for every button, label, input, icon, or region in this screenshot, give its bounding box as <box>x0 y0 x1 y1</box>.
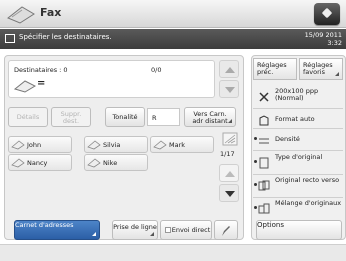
destination-value: = <box>37 78 46 89</box>
edit-button[interactable] <box>214 220 238 240</box>
remote-address-book-button[interactable]: Vers Carn. adr distant <box>184 107 236 127</box>
arrow-down-icon <box>225 87 235 93</box>
duplex-icon <box>258 180 270 191</box>
tonality-button[interactable]: Tonalité <box>105 107 145 127</box>
status-message: Spécifier les destinataires. <box>19 33 112 41</box>
contact-john[interactable]: John <box>8 136 72 153</box>
mixed-originals-icon <box>258 203 270 214</box>
contact-nancy[interactable]: Nancy <box>8 154 72 171</box>
status-bar: Spécifier les destinataires. 15/09 2011 … <box>0 29 346 49</box>
arrow-up-icon <box>225 67 235 73</box>
scroll-up-button[interactable] <box>219 60 239 78</box>
contact-nike[interactable]: Nike <box>84 154 148 171</box>
setting-resolution[interactable]: 200x100 ppp (Normal) <box>253 86 343 108</box>
line-button[interactable]: Prise de ligne <box>112 220 158 240</box>
page-indicator: 1/17 <box>220 150 235 158</box>
info-icon <box>5 34 15 43</box>
delete-destination-button[interactable]: Suppr. dest. <box>51 107 91 127</box>
submenu-indicator-icon <box>92 232 96 236</box>
details-button[interactable]: Détails <box>8 107 48 127</box>
setting-duplex[interactable]: Original recto verso <box>253 175 343 197</box>
submenu-indicator-icon <box>228 119 232 123</box>
setting-density[interactable]: Densité <box>253 130 343 152</box>
time: 3:32 <box>327 39 342 47</box>
fax-contact-icon <box>153 140 167 150</box>
arrow-down-icon <box>225 191 235 197</box>
footer-bar <box>0 244 346 261</box>
options-button[interactable]: Options <box>256 220 342 240</box>
destinations-label: Destinataires : 0 <box>14 66 68 74</box>
clock: 15/09 2011 3:32 <box>305 31 342 47</box>
arrow-up-icon <box>225 171 235 177</box>
original-type-icon <box>259 157 269 169</box>
pencil-icon <box>222 226 230 236</box>
destination-field[interactable]: Destinataires : 0 0/0 = <box>8 60 215 98</box>
fax-contact-icon <box>11 158 25 168</box>
page-down-button[interactable] <box>219 184 239 202</box>
contact-silvia[interactable]: Silvia <box>84 136 148 153</box>
tonality-value: R <box>147 108 180 126</box>
setting-original-type[interactable]: Type d'original <box>253 152 343 174</box>
tab-favorite-settings[interactable]: Réglages favoris <box>299 58 343 80</box>
density-icon <box>259 138 269 144</box>
address-book-button[interactable]: Carnet d'adresses <box>14 220 100 240</box>
setting-mixed-originals[interactable]: Mélange d'originaux <box>253 198 343 220</box>
date: 15/09 2011 <box>304 31 342 39</box>
resolution-icon <box>259 92 269 102</box>
contact-mark[interactable]: Mark <box>150 136 214 153</box>
fax-contact-icon <box>87 158 101 168</box>
fax-contact-icon <box>87 140 101 150</box>
tab-previous-settings[interactable]: Réglages préc. <box>253 58 297 80</box>
scroll-down-button[interactable] <box>219 80 239 98</box>
title-bar: Fax <box>0 0 346 28</box>
submenu-indicator-icon <box>335 72 339 76</box>
format-icon <box>259 115 269 126</box>
grid-view-icon[interactable] <box>222 132 238 146</box>
home-button[interactable] <box>314 3 340 25</box>
fax-contact-icon <box>11 140 25 150</box>
fax-icon <box>7 6 35 24</box>
page-up-button[interactable] <box>219 164 239 182</box>
destinations-count: 0/0 <box>151 66 162 74</box>
fax-destination-icon <box>14 80 36 93</box>
window-title: Fax <box>40 6 62 19</box>
direct-send-button[interactable]: Envoi direct <box>160 220 212 240</box>
submenu-indicator-icon <box>150 232 154 236</box>
